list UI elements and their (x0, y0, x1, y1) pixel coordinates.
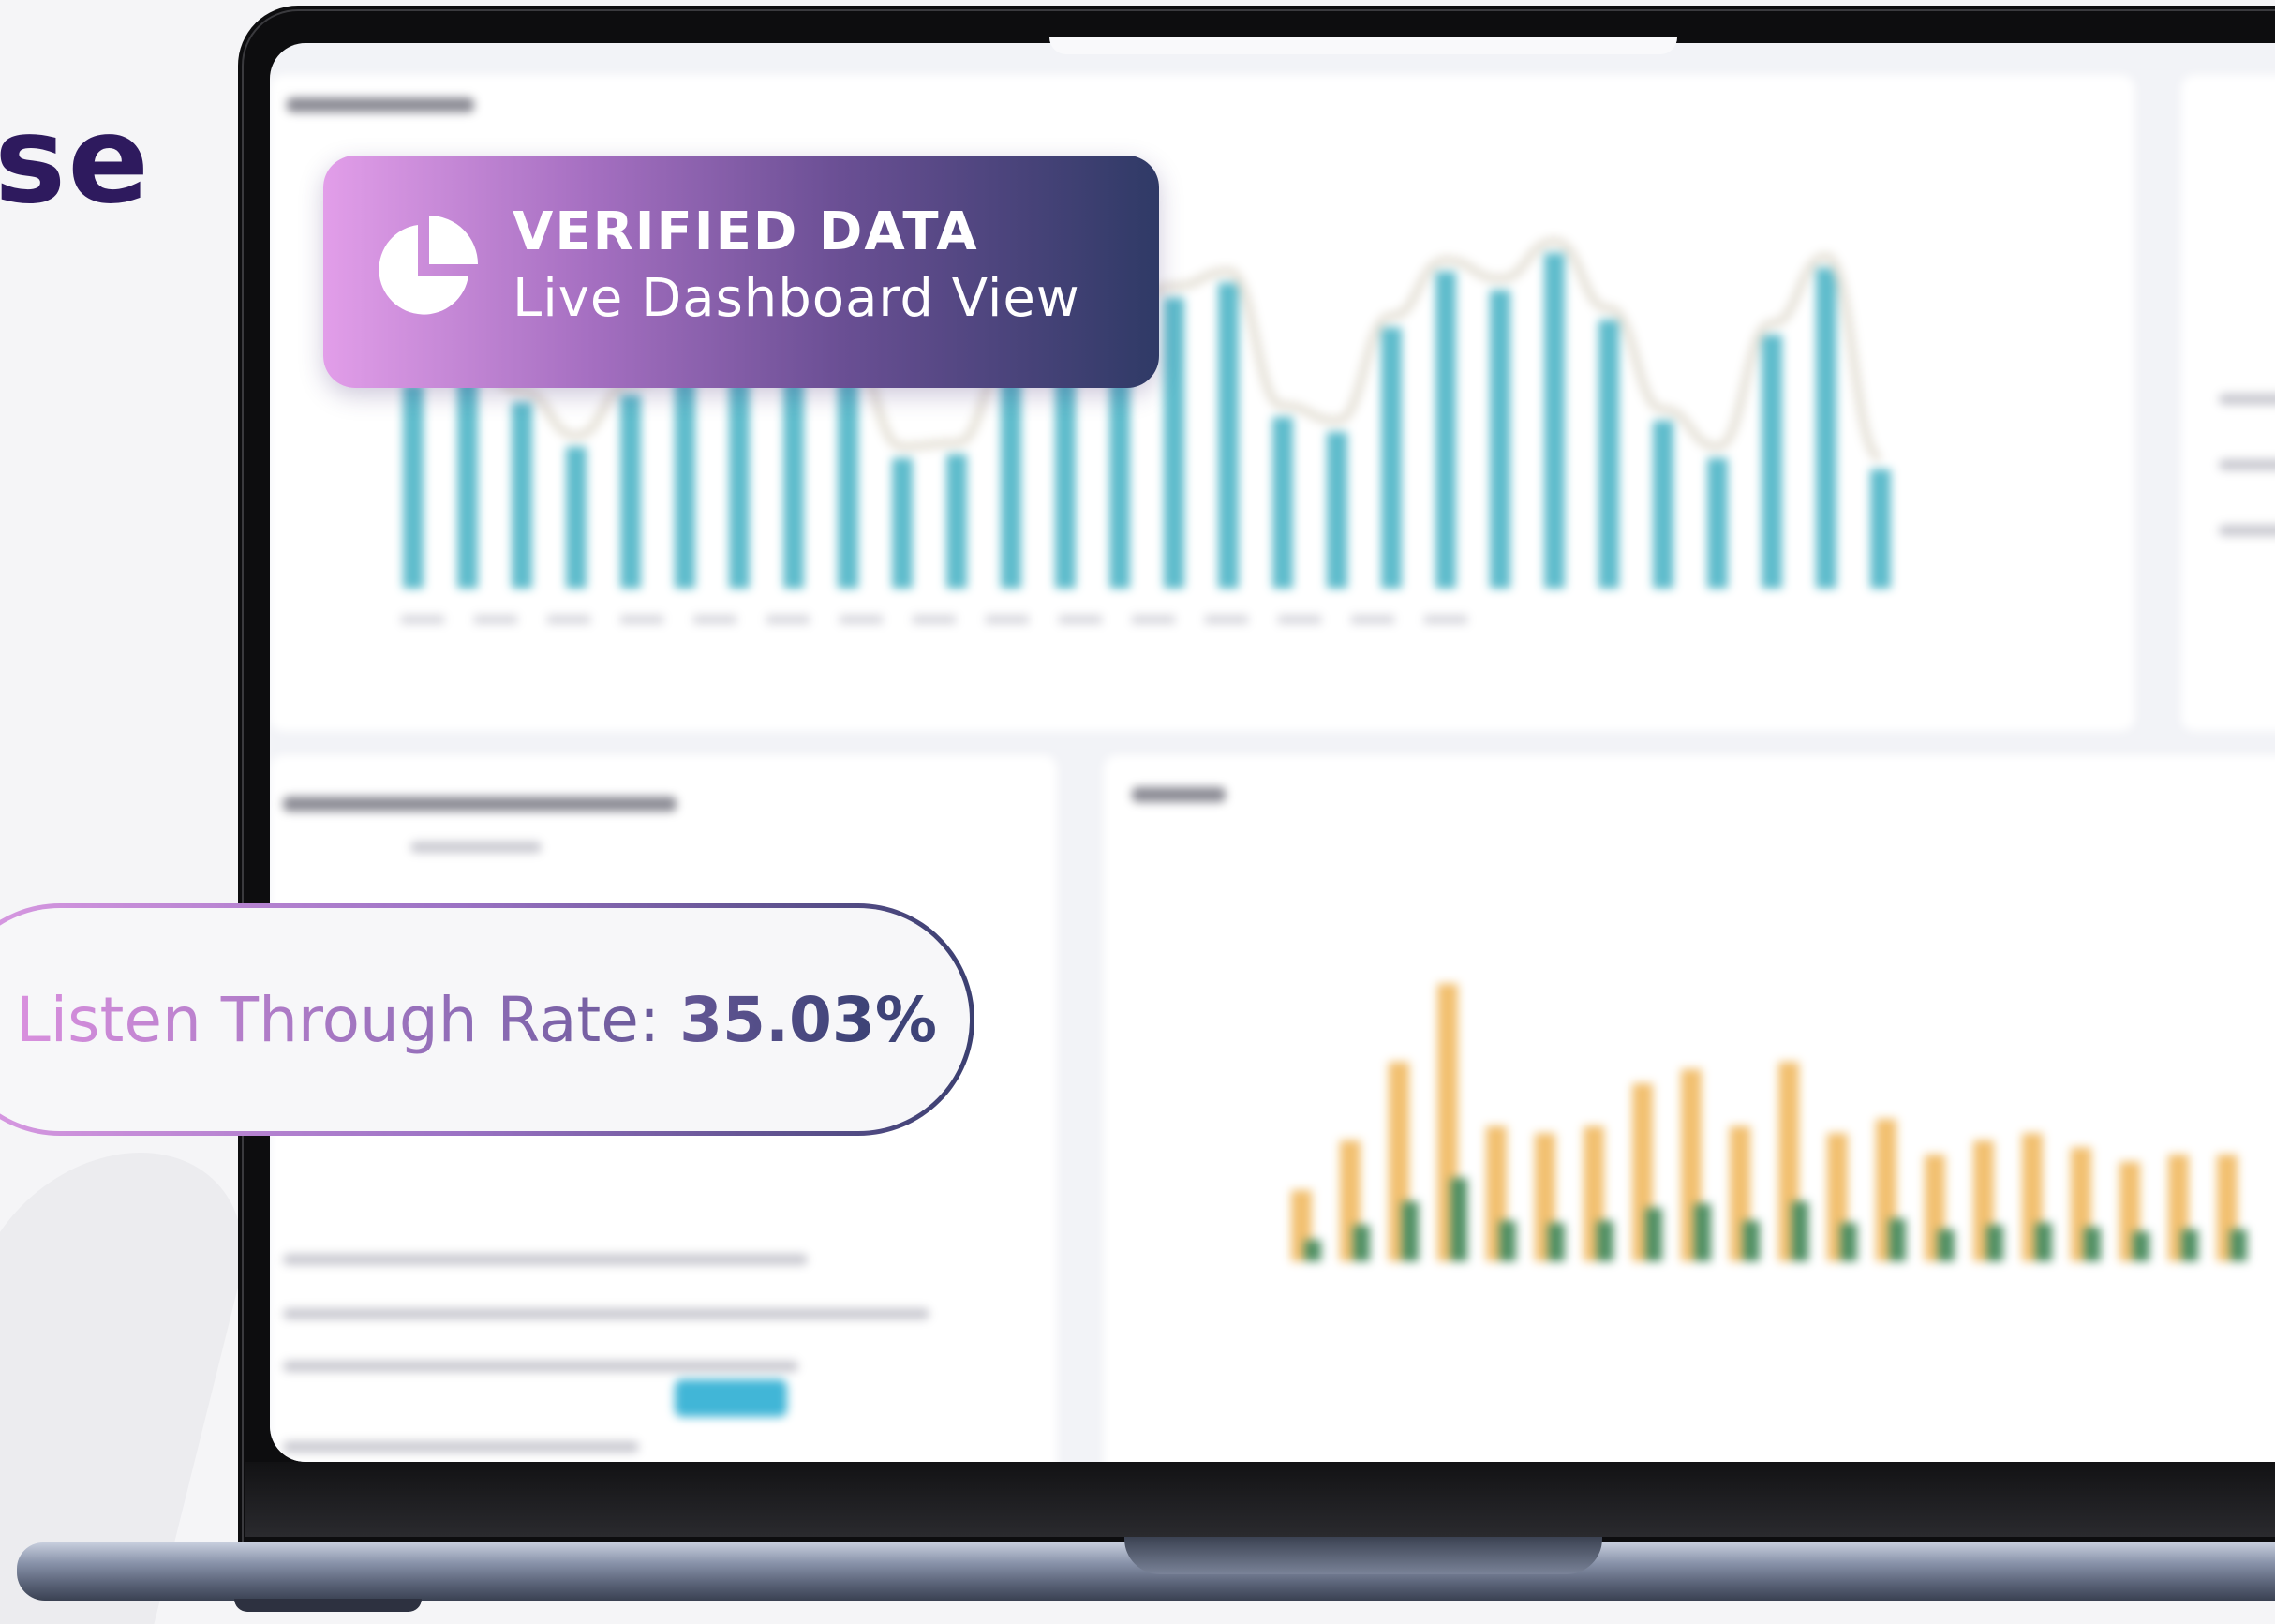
marketing-scene: se VERIFIED DATA Live Dashboard View Lis… (0, 0, 2275, 1624)
blurred-bar (675, 372, 695, 589)
blurred-bar (566, 446, 587, 589)
pie-chart-icon (379, 216, 478, 315)
blurred-bar (1304, 1240, 1321, 1261)
blurred-bar (946, 454, 967, 589)
blurred-bar (403, 383, 424, 589)
blurred-bar (838, 357, 858, 589)
side-card (2181, 75, 2275, 731)
blurred-bar (1938, 1229, 1955, 1261)
blurred-bar (1645, 1208, 1662, 1261)
blurred-bar (1870, 469, 1891, 589)
badge-title: VERIFIED DATA (513, 201, 979, 262)
blurred-bar (1450, 1178, 1467, 1261)
blurred-tick (1278, 615, 1321, 624)
blurred-bar (1327, 431, 1347, 589)
blurred-bar (2084, 1227, 2101, 1261)
blurred-bar (1743, 1220, 1760, 1261)
blurred-bar (2181, 1229, 2198, 1261)
blurred-bar (457, 365, 478, 589)
blurred-tick (620, 615, 663, 624)
blurred-bar (512, 402, 532, 589)
blurred-bar (892, 457, 913, 589)
blurred-bar (1218, 282, 1239, 589)
insights-card (1104, 755, 2275, 1462)
laptop-opening-lip (1124, 1537, 1602, 1574)
blurred-bar (1840, 1222, 1857, 1261)
blurred-bar (1986, 1225, 2003, 1261)
listen-through-rate-text: Listen Through Rate: 35.03% (16, 984, 937, 1056)
blurred-tick (474, 615, 517, 624)
blurred-tick (1205, 615, 1248, 624)
blurred-tick (1424, 615, 1467, 624)
blurred-tick (766, 615, 810, 624)
blurred-tag (675, 1379, 787, 1417)
blurred-tick (1351, 615, 1394, 624)
blurred-bar (1272, 416, 1293, 589)
blurred-tick (840, 615, 883, 624)
ltr-value: 35.03% (679, 983, 937, 1056)
blurred-bar (729, 365, 750, 589)
blurred-bar (2133, 1231, 2149, 1261)
badge-subtitle: Live Dashboard View (513, 268, 1080, 330)
blurred-tick (986, 615, 1029, 624)
blurred-tick (1059, 615, 1102, 624)
blurred-bar (1762, 335, 1782, 589)
blurred-bar (1694, 1203, 1711, 1261)
blurred-tick (1132, 615, 1175, 624)
blurred-tick (693, 615, 736, 624)
blurred-bar (1707, 457, 1728, 589)
blurred-stacked-bar-chart (1291, 983, 2247, 1261)
blurred-bar (1353, 1225, 1370, 1261)
screen-bezel (245, 1462, 2275, 1537)
blurred-bar (1792, 1201, 1808, 1261)
blurred-bar (1164, 297, 1184, 589)
blurred-bar (1816, 267, 1836, 589)
blurred-tick (547, 615, 590, 624)
headline-fragment: se (0, 91, 151, 231)
blurred-bar (1889, 1218, 1906, 1261)
blurred-bar (1499, 1220, 1516, 1261)
blurred-bar (1597, 1220, 1613, 1261)
blurred-bar (2035, 1222, 2052, 1261)
blurred-bar (1381, 327, 1402, 589)
blurred-tick (401, 615, 444, 624)
blurred-bar (1402, 1201, 1419, 1261)
ltr-label: Listen Through Rate: (16, 983, 680, 1056)
blurred-bar (1548, 1222, 1565, 1261)
blurred-tick (913, 615, 956, 624)
blurred-bar (1653, 420, 1673, 589)
listen-through-rate-pill: Listen Through Rate: 35.03% (0, 903, 974, 1136)
blurred-bar (1544, 252, 1565, 589)
laptop-foot (234, 1599, 422, 1612)
blurred-bar (1001, 365, 1021, 589)
screen-notch (1049, 37, 1677, 54)
blurred-bar (1435, 271, 1456, 589)
blurred-bar (1490, 290, 1510, 589)
blurred-bar (620, 395, 641, 589)
verified-data-badge: VERIFIED DATA Live Dashboard View (323, 156, 1159, 388)
blurred-bar (1598, 320, 1619, 589)
blurred-bar (2230, 1229, 2247, 1261)
